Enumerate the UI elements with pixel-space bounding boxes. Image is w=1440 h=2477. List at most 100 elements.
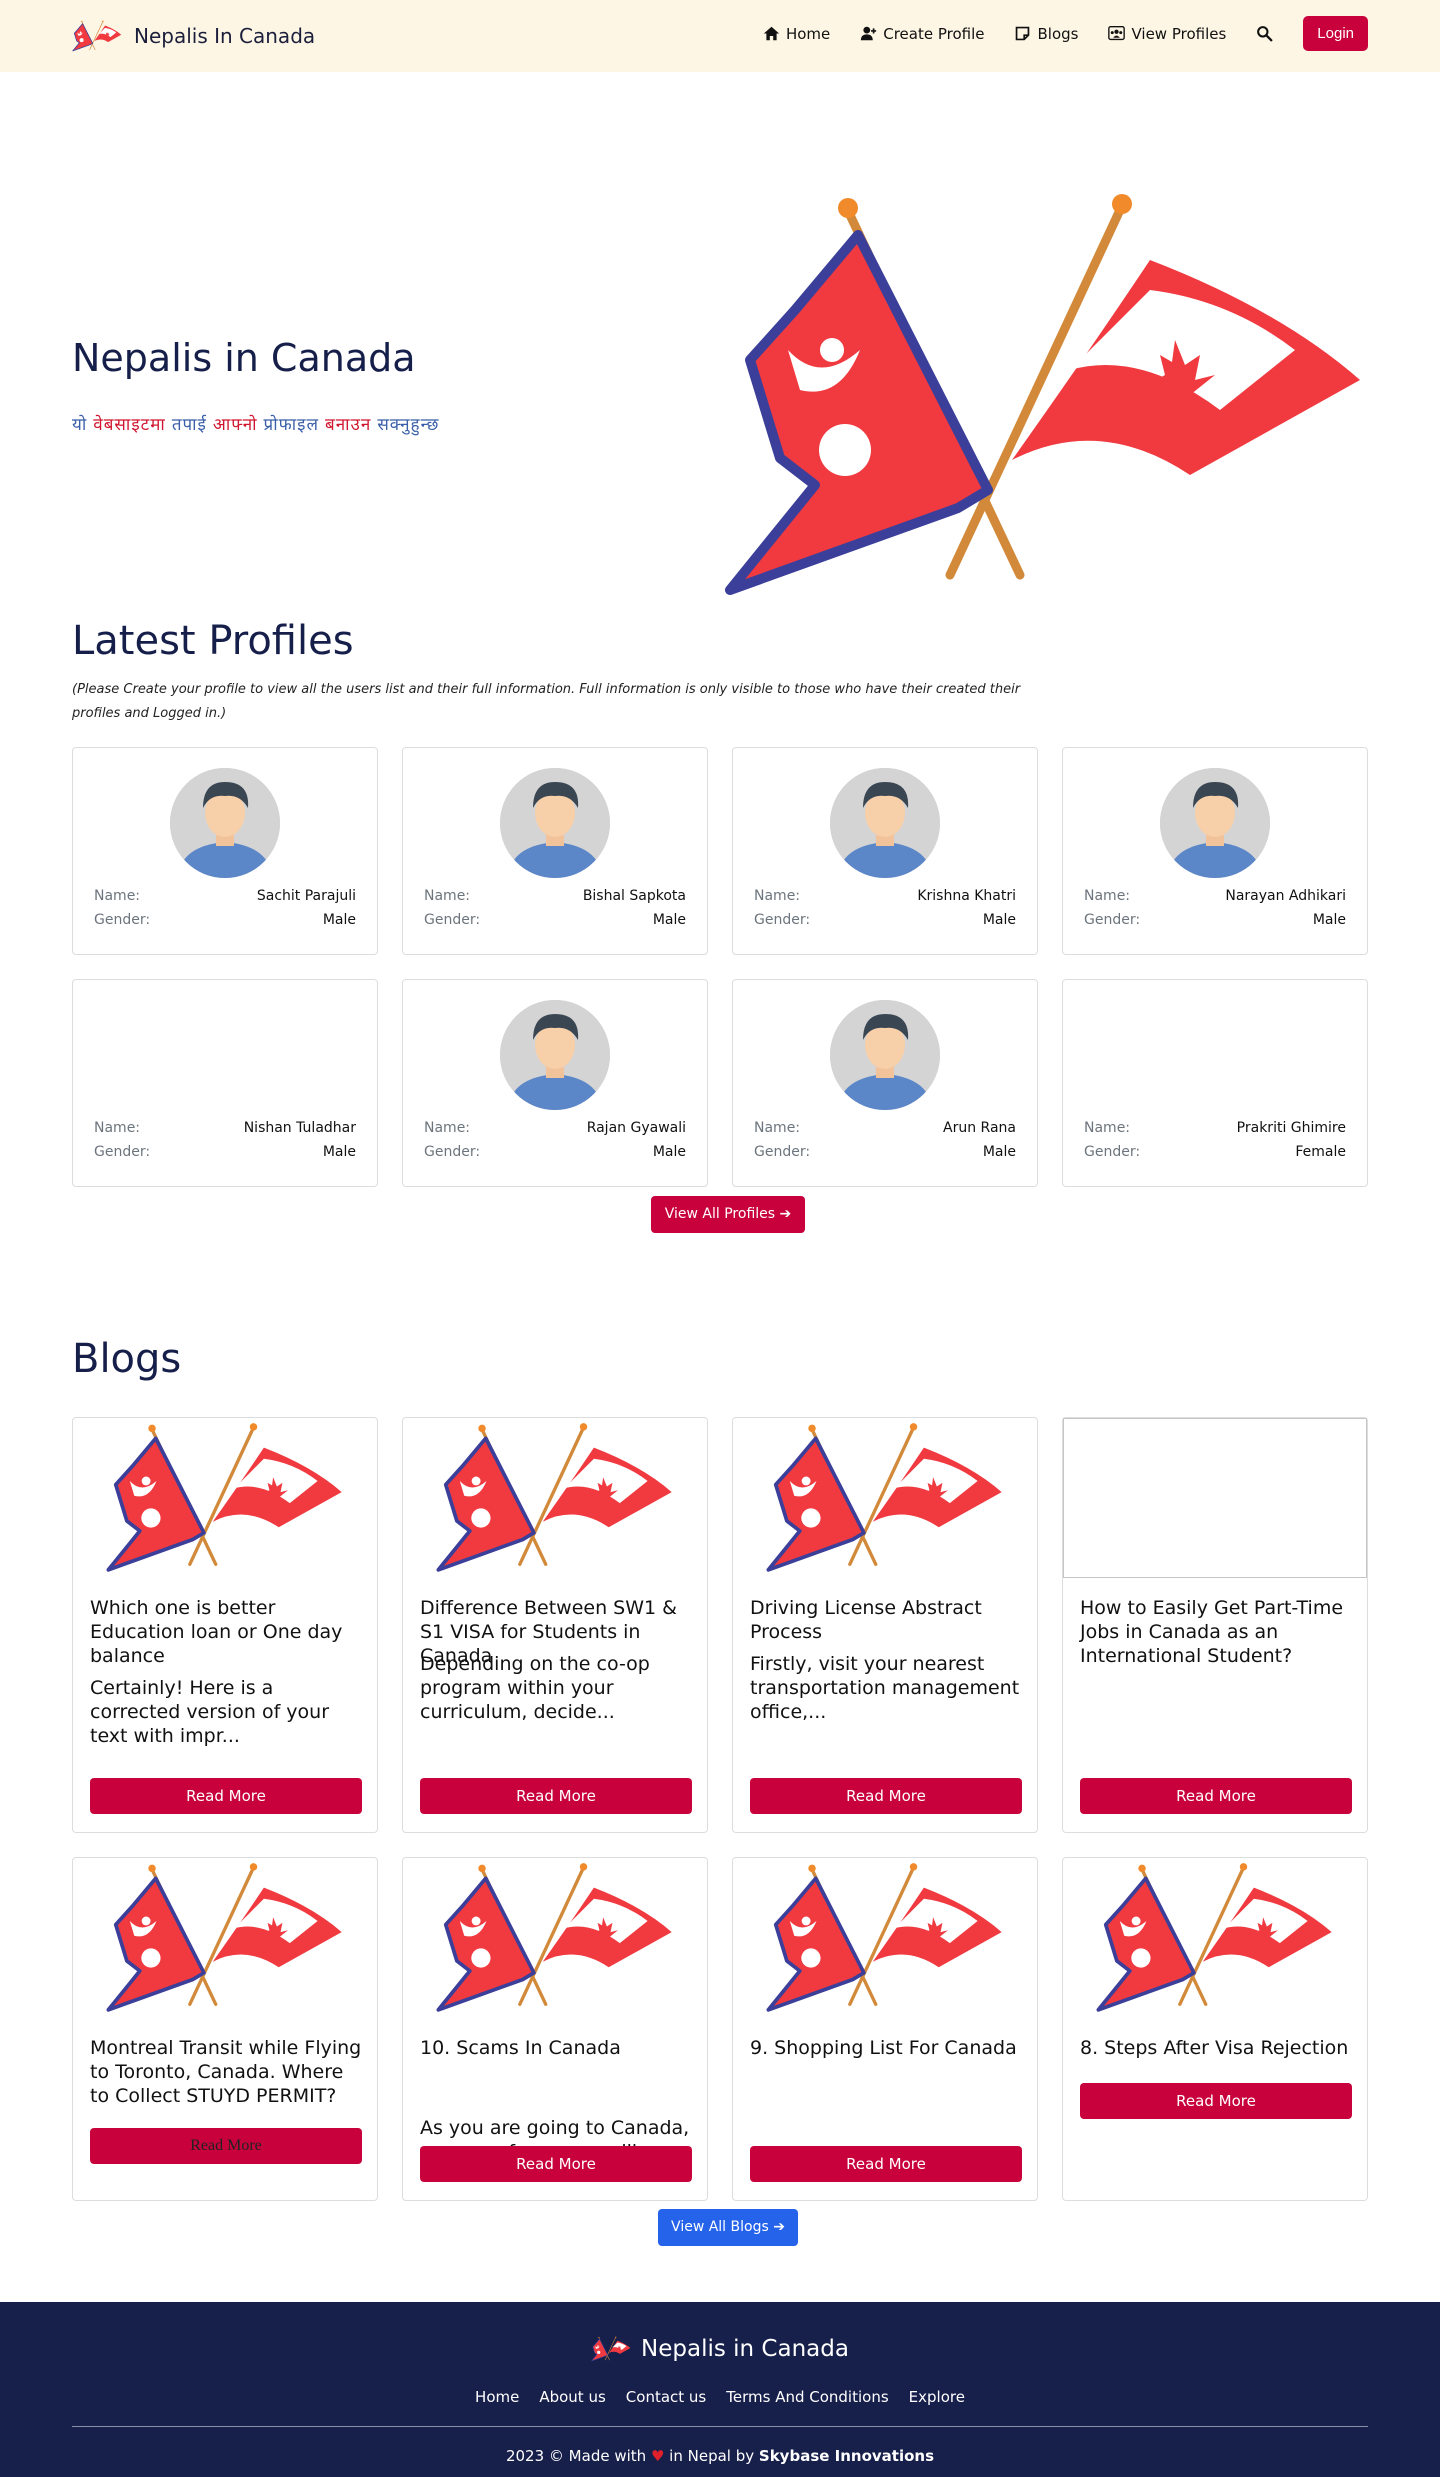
profile-card[interactable]: Name: Narayan Adhikari Gender: Male	[1062, 747, 1368, 955]
blog-card[interactable]: 8. Steps After Visa Rejection Read More	[1062, 1857, 1368, 2201]
blog-card[interactable]: Difference Between SW1 & S1 VISA for Stu…	[402, 1417, 708, 1833]
footer-link-about[interactable]: About us	[539, 2388, 605, 2406]
profile-card[interactable]: Name: Arun Rana Gender: Male	[732, 979, 1038, 1187]
name-label: Name:	[94, 888, 141, 904]
name-label: Name:	[754, 888, 801, 904]
name-label: Name:	[94, 1120, 141, 1136]
hero-flags-image	[720, 190, 1370, 602]
blog-title[interactable]: 8. Steps After Visa Rejection	[1080, 2036, 1354, 2060]
blog-title[interactable]: Driving License Abstract Process	[750, 1596, 1024, 1644]
blog-image-broken	[1063, 1418, 1367, 1578]
footer: Nepalis in Canada Home About us Contact …	[0, 2302, 1440, 2477]
nav-menu: Home Create Profile Blogs View Profiles …	[763, 16, 1368, 51]
brand-logo-icon	[72, 20, 122, 52]
profile-name-row: Name: Arun Rana	[754, 1120, 1016, 1136]
blog-image	[106, 1861, 344, 2012]
name-label: Name:	[424, 888, 471, 904]
read-more-button[interactable]: Read More	[420, 1778, 692, 1814]
hero-subtitle-word: प्रोफाइल	[263, 415, 320, 435]
footer-link-contact[interactable]: Contact us	[626, 2388, 706, 2406]
nav-blogs[interactable]: Blogs	[1014, 25, 1078, 43]
name-label: Name:	[1084, 1120, 1131, 1136]
blog-title[interactable]: Montreal Transit while Flying to Toronto…	[90, 2036, 364, 2108]
profile-card[interactable]: Name: Bishal Sapkota Gender: Male	[402, 747, 708, 955]
read-more-button[interactable]: Read More	[90, 2128, 362, 2164]
avatar	[500, 1000, 610, 1110]
hero-subtitle-word: आफ्नो	[212, 415, 258, 435]
user-plus-icon	[861, 26, 877, 41]
profile-card[interactable]: Name: Prakriti Ghimire Gender: Female	[1062, 979, 1368, 1187]
profile-gender: Male	[982, 912, 1016, 928]
view-all-profiles-button[interactable]: View All Profiles ➔	[651, 1196, 805, 1233]
profiles-note: (Please Create your profile to view all …	[72, 682, 1021, 721]
hero-subtitle: यो वेबसाइटमा तपाई आफ्नो प्रोफाइल बनाउन सक्नुहु…	[72, 412, 445, 435]
profile-gender-row: Gender: Male	[94, 912, 356, 928]
read-more-button[interactable]: Read More	[420, 2146, 692, 2182]
profile-gender: Male	[982, 1144, 1016, 1160]
login-button[interactable]: Login	[1303, 16, 1368, 51]
profile-card[interactable]: Name: Sachit Parajuli Gender: Male	[72, 747, 378, 955]
note-icon	[1016, 26, 1030, 41]
name-label: Name:	[754, 1120, 801, 1136]
brand-link[interactable]: Nepalis In Canada	[72, 18, 315, 54]
blog-excerpt: Depending on the co-op program within yo…	[420, 1653, 650, 1723]
read-more-button[interactable]: Read More	[750, 1778, 1022, 1814]
blog-card[interactable]: 10. Scams In Canada As you are going to C…	[402, 1857, 708, 2201]
blog-card[interactable]: How to Easily Get Part-Time Jobs in Cana…	[1062, 1417, 1368, 1833]
read-more-button[interactable]: Read More	[90, 1778, 362, 1814]
footer-link-terms[interactable]: Terms And Conditions	[726, 2388, 888, 2406]
blog-card[interactable]: Montreal Transit while Flying to Toronto…	[72, 1857, 378, 2201]
blog-title[interactable]: Which one is better Education loan or On…	[90, 1596, 364, 1668]
profile-card[interactable]: Name: Nishan Tuladhar Gender: Male	[72, 979, 378, 1187]
profile-gender-row: Gender: Female	[1084, 1144, 1346, 1160]
read-more-button[interactable]: Read More	[750, 2146, 1022, 2182]
profile-card[interactable]: Name: Krishna Khatri Gender: Male	[732, 747, 1038, 955]
read-more-button[interactable]: Read More	[1080, 2083, 1352, 2119]
profile-gender: Male	[1312, 912, 1346, 928]
avatar	[830, 1000, 940, 1110]
profile-name: Rajan Gyawali	[586, 1120, 686, 1136]
profile-gender-row: Gender: Male	[424, 1144, 686, 1160]
profile-name: Narayan Adhikari	[1225, 888, 1346, 904]
blog-title[interactable]: How to Easily Get Part-Time Jobs in Cana…	[1080, 1596, 1354, 1668]
gender-label: Gender:	[424, 912, 481, 928]
gender-label: Gender:	[1084, 912, 1141, 928]
profile-name: Krishna Khatri	[917, 888, 1016, 904]
profile-name: Arun Rana	[943, 1120, 1016, 1136]
footer-divider	[72, 2426, 1368, 2427]
footer-link-explore[interactable]: Explore	[909, 2388, 965, 2406]
nav-home-label: Home	[785, 24, 831, 43]
gender-label: Gender:	[424, 1144, 481, 1160]
name-label: Name:	[1084, 888, 1131, 904]
hero-subtitle-word: सक्नुहुन्छ	[377, 415, 440, 435]
profile-card[interactable]: Name: Rajan Gyawali Gender: Male	[402, 979, 708, 1187]
company-link[interactable]: Skybase Innovations	[759, 2447, 934, 2465]
avatar	[830, 768, 940, 878]
read-more-button[interactable]: Read More	[1080, 1778, 1352, 1814]
blog-card[interactable]: Which one is better Education loan or On…	[72, 1417, 378, 1833]
copyright-mid: in Nepal by	[669, 2447, 755, 2465]
users-icon	[1108, 26, 1126, 41]
blog-excerpt: Certainly! Here is a corrected version o…	[90, 1677, 330, 1747]
blog-image	[1096, 1861, 1334, 2012]
profile-name-row: Name: Rajan Gyawali	[424, 1120, 686, 1136]
blog-card[interactable]: Driving License Abstract Process Firstly,…	[732, 1417, 1038, 1833]
nav-view-profiles[interactable]: View Profiles	[1108, 25, 1226, 43]
blog-card[interactable]: 9. Shopping List For Canada Read More	[732, 1857, 1038, 2201]
profile-gender-row: Gender: Male	[1084, 912, 1346, 928]
footer-brand[interactable]: Nepalis in Canada	[0, 2335, 1440, 2363]
footer-link-home[interactable]: Home	[475, 2388, 519, 2406]
hero-subtitle-word: वेबसाइटमा	[93, 415, 166, 435]
blog-excerpt: Firstly, visit your nearest transportati…	[750, 1653, 1020, 1723]
profile-name-row: Name: Nishan Tuladhar	[94, 1120, 356, 1136]
blog-title[interactable]: 9. Shopping List For Canada	[750, 2036, 1024, 2060]
nav-home[interactable]: Home	[763, 25, 830, 43]
view-all-blogs-button[interactable]: View All Blogs ➔	[658, 2209, 798, 2246]
profile-gender-row: Gender: Male	[424, 912, 686, 928]
profile-name-row: Name: Krishna Khatri	[754, 888, 1016, 904]
latest-profiles-title: Latest Profiles	[72, 618, 354, 664]
profile-gender: Male	[322, 1144, 356, 1160]
search-button[interactable]	[1256, 25, 1273, 42]
nav-create-profile[interactable]: Create Profile	[860, 25, 984, 43]
blog-title[interactable]: 10. Scams In Canada	[420, 2036, 694, 2060]
